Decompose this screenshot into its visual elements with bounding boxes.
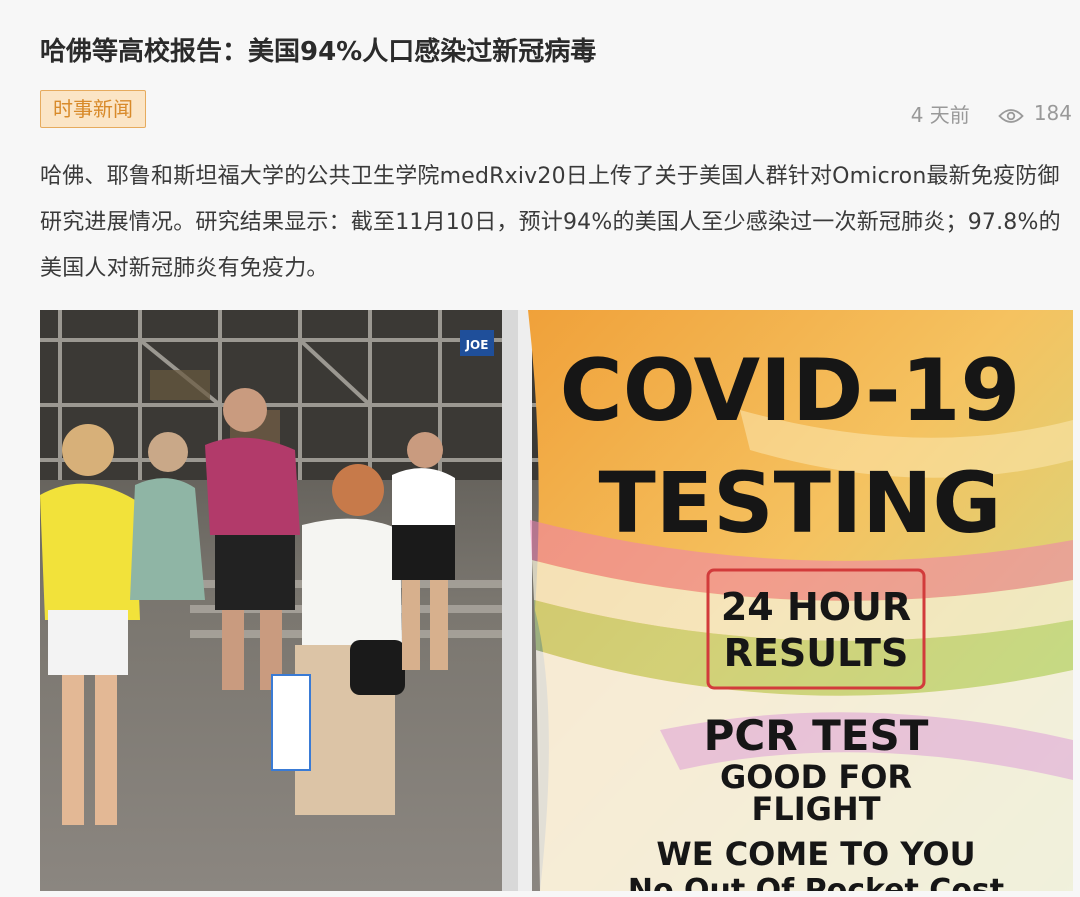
banner-line-pcr-test: PCR TEST xyxy=(704,711,929,760)
category-tag[interactable]: 时事新闻 xyxy=(40,90,146,128)
banner-line-no-cost: No Out Of Pocket Cost xyxy=(628,873,1004,891)
banner-line-24-hour: 24 HOUR xyxy=(721,585,911,629)
article-meta: 4 天前 184 xyxy=(911,98,1072,128)
tent-pole xyxy=(502,310,518,891)
article-title[interactable]: 哈佛等高校报告：美国94%人口感染过新冠病毒 xyxy=(40,34,1040,70)
street-sign-text: JOE xyxy=(465,338,489,352)
article-photo[interactable]: JOE COVID-19 TESTING 24 HOUR RESULTS PCR… xyxy=(40,310,1073,891)
banner-line-flight: FLIGHT xyxy=(751,790,880,828)
banner-line-testing: TESTING xyxy=(599,454,1002,552)
eye-icon xyxy=(998,105,1024,123)
covid-testing-banner: COVID-19 TESTING 24 HOUR RESULTS PCR TES… xyxy=(528,310,1073,891)
publish-time: 4 天前 xyxy=(910,102,970,127)
banner-line-we-come: WE COME TO YOU xyxy=(656,835,975,873)
article-summary: 哈佛、耶鲁和斯坦福大学的公共卫生学院medRxiv20日上传了关于美国人群针对O… xyxy=(40,164,1061,281)
view-count: 184 xyxy=(1033,101,1072,125)
banner-line-covid: COVID-19 xyxy=(560,341,1021,441)
banner-line-results: RESULTS xyxy=(724,631,909,675)
